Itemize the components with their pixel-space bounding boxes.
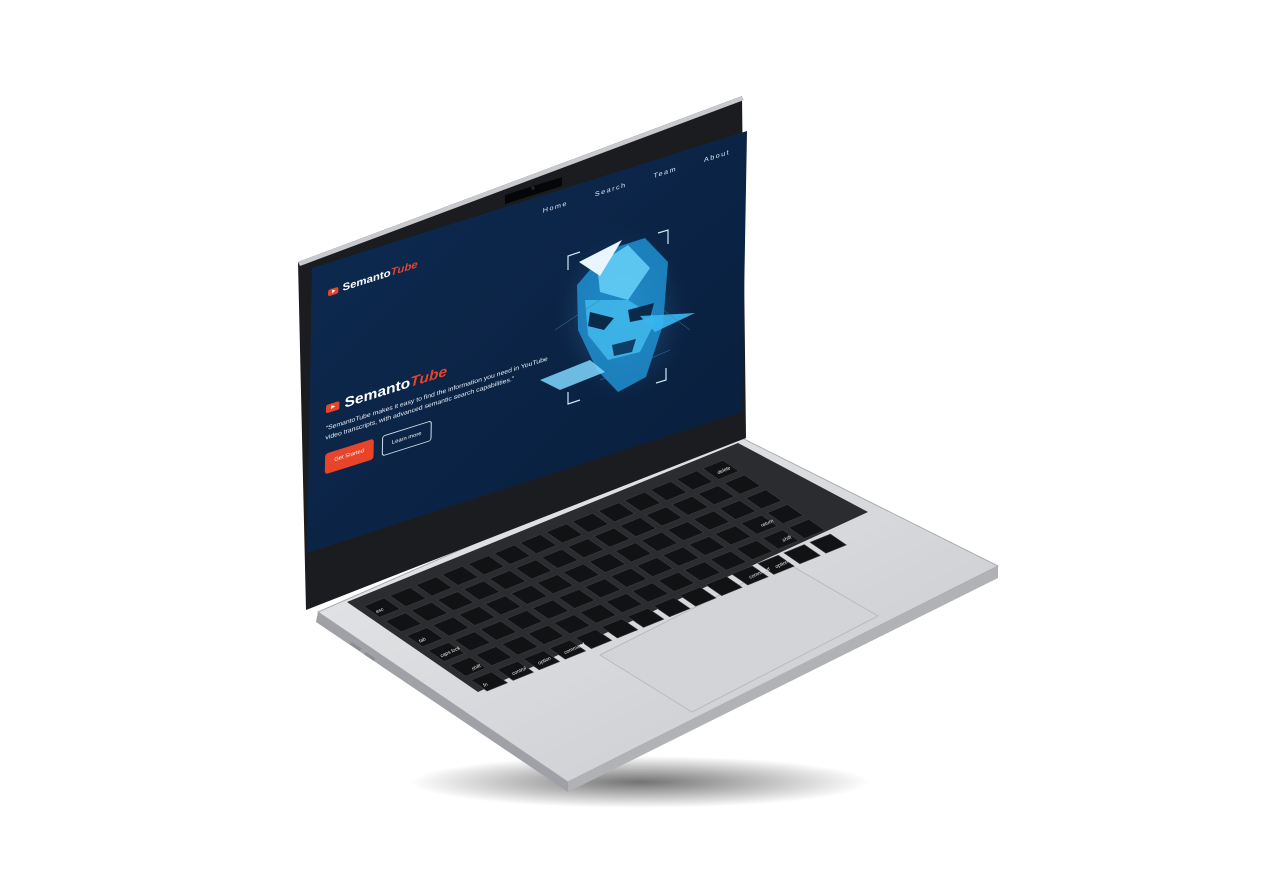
brand-name: SemantoTube bbox=[342, 258, 418, 294]
brand-logo[interactable]: SemantoTube bbox=[327, 258, 418, 299]
youtube-play-icon bbox=[327, 286, 339, 297]
hero-section: SemantoTube "SemantoTube makes it easy t… bbox=[324, 331, 549, 475]
nav-home[interactable]: Home bbox=[543, 200, 568, 214]
nav-team[interactable]: Team bbox=[653, 166, 677, 180]
youtube-play-icon bbox=[325, 400, 340, 414]
camera-icon bbox=[531, 186, 535, 190]
hero-title-accent: Tube bbox=[410, 363, 448, 391]
nav-about[interactable]: About bbox=[704, 149, 730, 164]
laptop-scene: esctabcaps lockshiftfncontroloptioncomma… bbox=[298, 96, 1000, 808]
get-started-button[interactable]: Get Started bbox=[324, 438, 374, 475]
nav-search[interactable]: Search bbox=[595, 182, 627, 199]
laptop-shadow bbox=[410, 756, 870, 808]
learn-more-button[interactable]: Learn more bbox=[381, 420, 433, 457]
